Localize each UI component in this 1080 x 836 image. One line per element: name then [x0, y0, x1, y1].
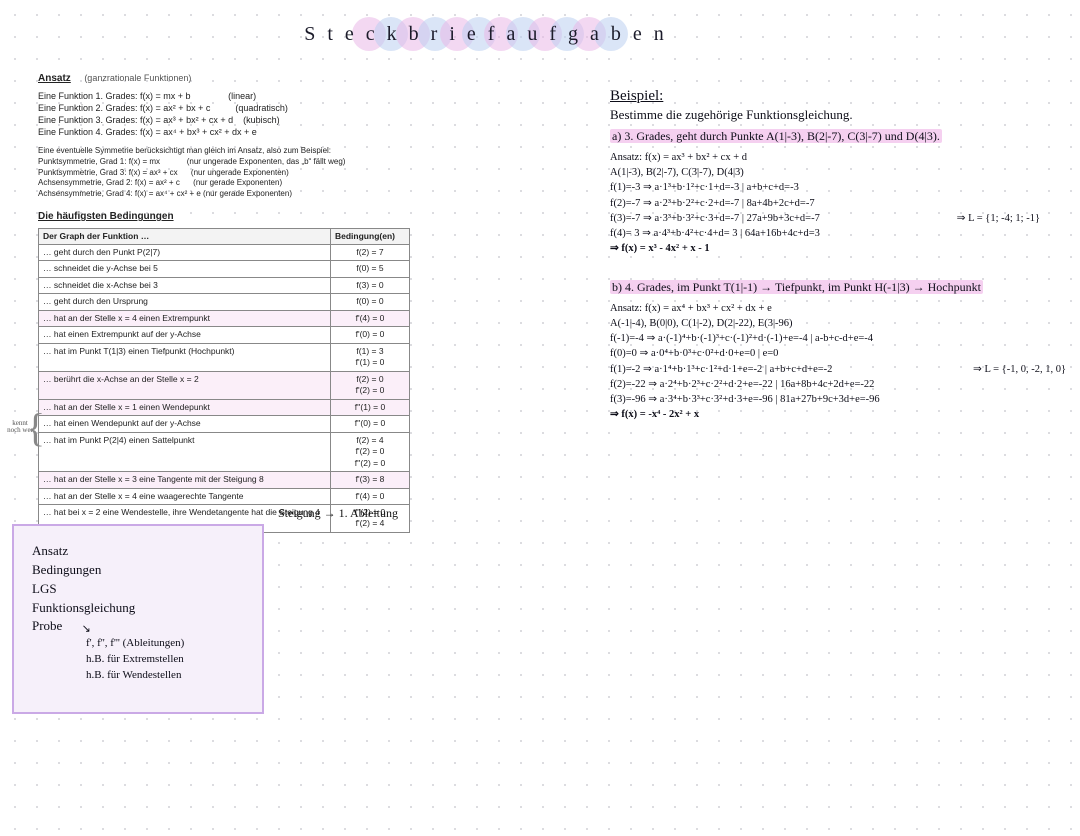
ansatz-line: Eine Funktion 2. Grades: f(x) = ax² + bx… [38, 102, 418, 114]
step-line: Ansatz [32, 542, 248, 561]
table-row: … hat an der Stelle x = 4 einen Extrempu… [39, 310, 410, 326]
steps-box: Ansatz Bedingungen LGS Funktionsgleichun… [12, 524, 264, 714]
example-a-desc: a) 3. Grades, geht durch Punkte A(1|-3),… [610, 129, 942, 143]
table-row: … schneidet die x-Achse bei 3f(3) = 0 [39, 277, 410, 293]
table-cell-right: f'(4) = 0 [331, 488, 410, 504]
step-line: LGS [32, 580, 248, 599]
example-a-solution: ⇒ L = {1; -4; 1; -1} [957, 211, 1040, 226]
table-row: … geht durch den Ursprungf(0) = 0 [39, 294, 410, 310]
table-row: … schneidet die y-Achse bei 5f(0) = 5 [39, 261, 410, 277]
steigung-note: Steigung → 1. Ableitung [278, 506, 398, 521]
table-header-right: Bedingung(en) [331, 228, 410, 244]
example-a-eq: Ansatz: f(x) = ax³ + bx² + cx + d [610, 150, 1070, 165]
example-a-result: ⇒ f(x) = x³ - 4x² + x - 1 [610, 241, 1070, 256]
table-cell-right: f(2) = 7 [331, 245, 410, 261]
table-cell-left: … hat an der Stelle x = 3 eine Tangente … [39, 472, 331, 488]
ansatz-subheading: (ganzrationale Funktionen) [84, 73, 191, 83]
table-cell-right: f(2) = 4 f'(2) = 0 f''(2) = 0 [331, 432, 410, 471]
table-row: … hat einen Extrempunkt auf der y-Achsef… [39, 327, 410, 343]
table-cell-left: … schneidet die x-Achse bei 3 [39, 277, 331, 293]
brace-icon: { [26, 404, 45, 451]
table-cell-right: f(3) = 0 [331, 277, 410, 293]
table-cell-left: … hat einen Wendepunkt auf der y-Achse [39, 416, 331, 432]
step-line: Bedingungen [32, 561, 248, 580]
table-row: … hat an der Stelle x = 3 eine Tangente … [39, 472, 410, 488]
table-cell-right: f'(0) = 0 [331, 327, 410, 343]
page-title: Steckbriefaufgaben [304, 23, 675, 46]
ansatz-line: Eine Funktion 3. Grades: f(x) = ax³ + bx… [38, 114, 418, 126]
example-b-desc: b) 4. Grades, im Punkt T(1|-1) → Tiefpun… [610, 280, 983, 294]
example-b-eq: f(0)=0 ⇒ a·0⁴+b·0³+c·0²+d·0+e=0 | e=0 [610, 346, 1070, 361]
ansatz-line: Eine Funktion 4. Grades: f(x) = ax⁴ + bx… [38, 126, 418, 138]
table-cell-right: f(1) = 3 f'(1) = 0 [331, 343, 410, 371]
example-b-eq: f(2)=-22 ⇒ a·2⁴+b·2³+c·2²+d·2+e=-22 | 16… [610, 377, 1070, 392]
example-task: Bestimme die zugehörige Funktionsgleichu… [610, 106, 1070, 124]
ansatz-line: Eine Funktion 1. Grades: f(x) = mx + b (… [38, 90, 418, 102]
table-cell-left: … geht durch den Punkt P(2|7) [39, 245, 331, 261]
table-cell-left: … hat im Punkt P(2|4) einen Sattelpunkt [39, 432, 331, 471]
table-cell-left: … hat im Punkt T(1|3) einen Tiefpunkt (H… [39, 343, 331, 371]
table-cell-right: f''(1) = 0 [331, 399, 410, 415]
example-b-eq: A(-1|-4), B(0|0), C(1|-2), D(2|-22), E(3… [610, 316, 1070, 331]
example-b-solution: ⇒ L = {-1, 0, -2, 1, 0} [973, 362, 1066, 377]
table-row: … hat einen Wendepunkt auf der y-Achsef'… [39, 416, 410, 432]
conditions-table: Der Graph der Funktion … Bedingung(en) …… [38, 228, 410, 533]
table-row: … geht durch den Punkt P(2|7)f(2) = 7 [39, 245, 410, 261]
table-cell-right: f''(0) = 0 [331, 416, 410, 432]
table-row: … hat im Punkt P(2|4) einen Sattelpunktf… [39, 432, 410, 471]
example-b-eq: f(1)=-2 ⇒ a·1⁴+b·1³+c·1²+d·1+e=-2 | a+b+… [610, 362, 832, 377]
sym-line: Punktsymmetrie, Grad 3: f(x) = ax³ + cx … [38, 168, 418, 179]
step-sub: h.B. für Wendestellen [86, 668, 248, 684]
table-heading: Die häufigsten Bedingungen [38, 210, 418, 224]
example-a-eq: f(1)=-3 ⇒ a·1³+b·1²+c·1+d=-3 | a+b+c+d=-… [610, 180, 1070, 195]
step-line: Probe ↘ [32, 617, 248, 636]
table-cell-left: … hat einen Extrempunkt auf der y-Achse [39, 327, 331, 343]
table-cell-right: f(0) = 0 [331, 294, 410, 310]
table-header-left: Der Graph der Funktion … [39, 228, 331, 244]
table-cell-right: f'(4) = 0 [331, 310, 410, 326]
example-b-result: ⇒ f(x) = -x⁴ - 2x² + x [610, 407, 1070, 422]
sym-line: Achsensymmetrie, Grad 4: f(x) = ax⁴ + cx… [38, 189, 418, 200]
table-row: … berührt die x-Achse an der Stelle x = … [39, 371, 410, 399]
step-sub: h.B. für Extremstellen [86, 652, 248, 668]
example-a-eq: f(3)=-7 ⇒ a·3³+b·3²+c·3+d=-7 | 27a+9b+3c… [610, 211, 820, 226]
step-line: Funktionsgleichung [32, 599, 248, 618]
example-b-eq: Ansatz: f(x) = ax⁴ + bx³ + cx² + dx + e [610, 301, 1070, 316]
table-cell-right: f(2) = 0 f'(2) = 0 [331, 371, 410, 399]
example-a-eq: f(2)=-7 ⇒ a·2³+b·2²+c·2+d=-7 | 8a+4b+2c+… [610, 196, 1070, 211]
sym-line: Punktsymmetrie, Grad 1: f(x) = mx (nur u… [38, 157, 418, 168]
example-a-eq: A(1|-3), B(2|-7), C(3|-7), D(4|3) [610, 165, 1070, 180]
table-row: … hat im Punkt T(1|3) einen Tiefpunkt (H… [39, 343, 410, 371]
table-cell-left: … berührt die x-Achse an der Stelle x = … [39, 371, 331, 399]
example-head: Beispiel: [610, 88, 663, 104]
table-row: … hat an der Stelle x = 1 einen Wendepun… [39, 399, 410, 415]
table-cell-left: … geht durch den Ursprung [39, 294, 331, 310]
table-cell-left: … schneidet die y-Achse bei 5 [39, 261, 331, 277]
sym-line: Achsensymmetrie, Grad 2: f(x) = ax² + c … [38, 178, 418, 189]
sym-intro: Eine eventuelle Symmetrie berücksichtigt… [38, 146, 418, 157]
table-cell-left: … hat an der Stelle x = 1 einen Wendepun… [39, 399, 331, 415]
typed-notes: Ansatz (ganzrationale Funktionen) Eine F… [38, 72, 418, 533]
example-a-eq: f(4)= 3 ⇒ a·4³+b·4²+c·4+d= 3 | 64a+16b+4… [610, 226, 1070, 241]
table-cell-right: f(0) = 5 [331, 261, 410, 277]
example-column: Beispiel: Bestimme die zugehörige Funkti… [610, 86, 1070, 422]
table-cell-left: … hat an der Stelle x = 4 eine waagerech… [39, 488, 331, 504]
table-cell-left: … hat an der Stelle x = 4 einen Extrempu… [39, 310, 331, 326]
table-row: … hat an der Stelle x = 4 eine waagerech… [39, 488, 410, 504]
step-sub: f', f'', f''' (Ableitungen) [86, 636, 248, 652]
example-b-eq: f(3)=-96 ⇒ a·3⁴+b·3³+c·3²+d·3+e=-96 | 81… [610, 392, 1070, 407]
ansatz-heading: Ansatz [38, 73, 71, 84]
example-b-eq: f(-1)=-4 ⇒ a·(-1)⁴+b·(-1)³+c·(-1)²+d·(-1… [610, 331, 1070, 346]
page-title-wrap: Steckbriefaufgaben [250, 12, 730, 56]
table-cell-right: f'(3) = 8 [331, 472, 410, 488]
